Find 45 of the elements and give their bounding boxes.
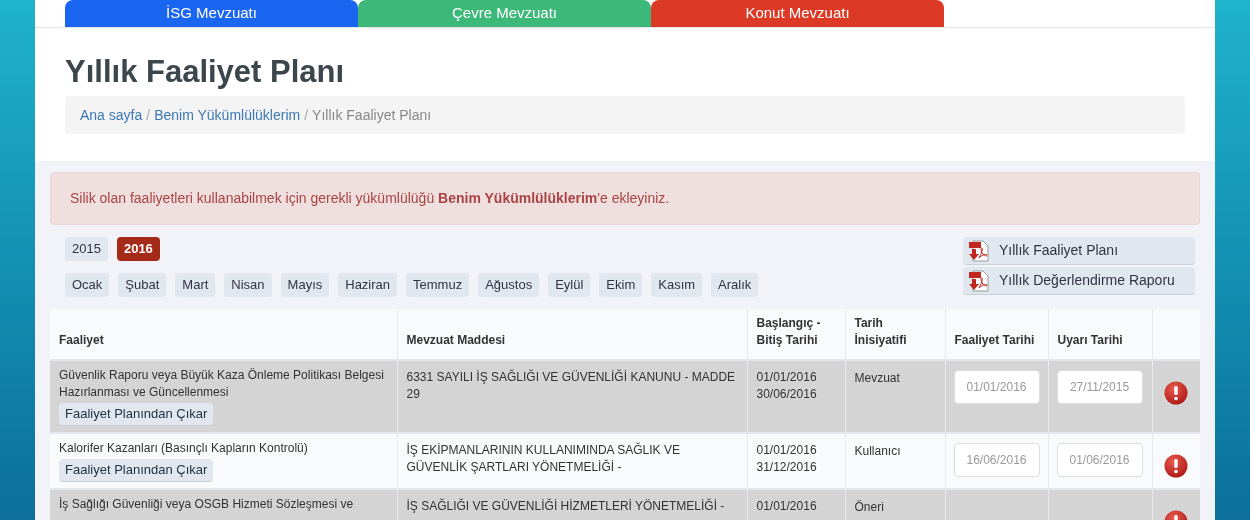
- month-button[interactable]: Aralık: [711, 273, 759, 297]
- report-download-button[interactable]: Yıllık Faaliyet Planı: [963, 237, 1195, 265]
- month-button[interactable]: Mayıs: [280, 273, 330, 297]
- date-initiative: Öneri: [854, 500, 884, 514]
- activity-text: İş Sağlığı Güvenliği veya OSGB Hizmeti Sözleşmesi ve: [59, 496, 354, 513]
- report-download-button[interactable]: Yıllık Değerlendirme Raporu: [963, 267, 1195, 295]
- breadcrumb-separator: /: [303, 105, 310, 125]
- start-date: 01/01/2016: [756, 498, 818, 515]
- date-initiative: Mevzuat: [854, 371, 900, 385]
- month-button[interactable]: Mart: [175, 273, 216, 297]
- end-date: 31/12/2016: [756, 459, 818, 476]
- breadcrumb-current: Yıllık Faaliyet Planı: [312, 105, 432, 125]
- month-button[interactable]: Eylül: [548, 273, 591, 297]
- date-initiative: Kullanıcı: [854, 444, 901, 458]
- year-button[interactable]: 2016: [116, 237, 160, 261]
- month-button[interactable]: Temmuz: [406, 273, 470, 297]
- regulation-article: İŞ SAĞLIĞI VE GÜVENLİĞİ HİZMETLERİ YÖNETMELİĞİ -: [406, 498, 726, 515]
- end-date: 30/06/2016: [756, 386, 818, 403]
- warning-alert: Silik olan faaliyetleri kullanabilmek için gerekli yükümlülüğü Benim Yükümlülüklerim'e ekleyiniz.: [50, 172, 1200, 225]
- regulation-article: İŞ EKİPMANLARININ KULLANIMINDA SAĞLIK VE GÜVENLİK ŞARTLARI YÖNETMELİĞİ -: [406, 442, 681, 476]
- month-button[interactable]: Kasım: [651, 273, 703, 297]
- month-button[interactable]: Haziran: [338, 273, 398, 297]
- start-date: 01/01/2016: [756, 369, 818, 386]
- month-button[interactable]: Ocak: [65, 273, 110, 297]
- month-button[interactable]: Şubat: [118, 273, 167, 297]
- category-tab[interactable]: Konut Mevzuatı: [651, 0, 944, 27]
- breadcrumb-link[interactable]: Ana sayfa: [80, 104, 143, 126]
- regulation-article: 6331 SAYILI İŞ SAĞLIĞI VE GÜVENLİĞİ KANUNU - MADDE 29: [406, 369, 737, 403]
- activity-text: Kalorifer Kazanları (Basınçlı Kapların Kontrolü): [59, 440, 308, 457]
- month-button[interactable]: Nisan: [224, 273, 272, 297]
- page-title: Yıllık Faaliyet Planı: [65, 54, 346, 90]
- start-date: 01/01/2016: [756, 442, 818, 459]
- exclamation-icon: [1164, 381, 1189, 405]
- breadcrumb-link[interactable]: Benim Yükümlülüklerim: [154, 104, 301, 126]
- year-button[interactable]: 2015: [65, 237, 108, 261]
- remove-from-plan-button[interactable]: Faaliyet Planından Çıkar: [59, 403, 214, 426]
- exclamation-icon: [1164, 454, 1189, 478]
- pdf-file-icon: [968, 269, 990, 292]
- pdf-file-icon: [968, 239, 990, 262]
- breadcrumb-separator: /: [145, 105, 152, 125]
- remove-from-plan-button[interactable]: Faaliyet Planından Çıkar: [59, 459, 214, 482]
- category-tab[interactable]: İSG Mevzuatı: [65, 0, 358, 27]
- month-button[interactable]: Ekim: [599, 273, 643, 297]
- month-button[interactable]: Ağustos: [478, 273, 540, 297]
- activity-text: Güvenlik Raporu veya Büyük Kaza Önleme Politikası Belgesi Hazırlanması ve Güncellenmesi: [59, 367, 385, 401]
